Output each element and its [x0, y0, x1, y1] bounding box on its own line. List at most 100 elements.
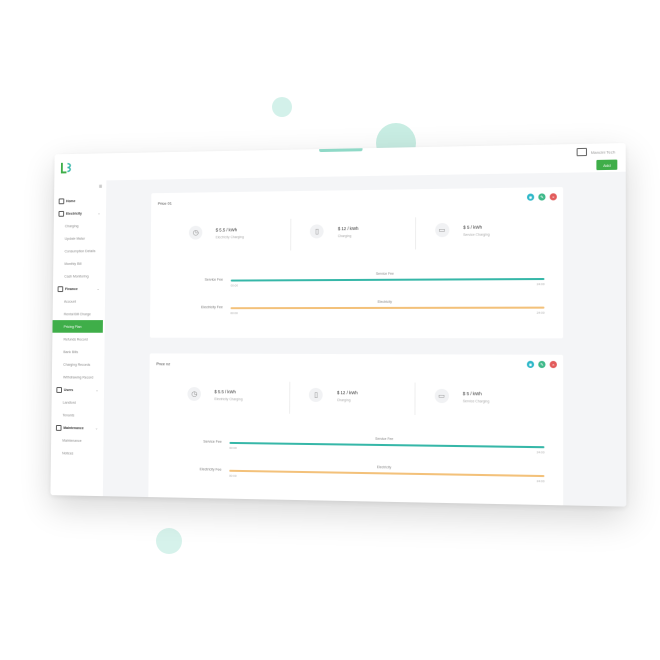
timeline-bar[interactable]	[229, 442, 544, 449]
sidebar-item-withdrawing-record[interactable]: Withdrawing Record	[52, 371, 104, 384]
sidebar-item-label: Withdrawing Record	[63, 375, 93, 379]
sidebar-item-label: Rental Bill Charge	[64, 312, 91, 316]
sidebar-item-rental-bill-charge[interactable]: Rental Bill Charge	[53, 307, 105, 320]
timeline-start: 00:00	[229, 474, 236, 478]
sidebar-item-refunds-record[interactable]: Refunds Record	[52, 333, 104, 346]
chevron-down-icon[interactable]: ⌄	[95, 426, 98, 430]
delete-icon[interactable]: ×	[550, 193, 557, 200]
timeline-start: 00:00	[231, 283, 238, 287]
decor-bubble-small	[272, 97, 292, 117]
timeline-label: Electricity Fee	[168, 467, 222, 472]
price-panel: Price 01 ◉ ✎ × ◷ $ 5.5 / kWh Electricity Charg…	[150, 187, 563, 338]
price-panel: Price 02 ◉ ✎ × ◷ $ 5.5 / kWh Electricity Charg…	[148, 353, 563, 506]
timeline-end: 24:00	[537, 282, 545, 286]
sidebar-item-monthly-bill[interactable]: Monthly Bill	[53, 257, 105, 270]
sidebar-item-cash-monitoring[interactable]: Cash Monitoring	[53, 270, 105, 283]
chevron-down-icon[interactable]: ⌄	[96, 388, 99, 392]
sidebar-section-electricity[interactable]: Electricity ⌄	[54, 206, 106, 219]
chevron-down-icon[interactable]: ⌄	[97, 287, 100, 291]
sidebar-item-label: Consumption Details	[65, 249, 96, 253]
sidebar-item-account[interactable]: Account	[53, 295, 105, 308]
delete-icon[interactable]: ×	[550, 361, 557, 368]
view-icon[interactable]: ◉	[527, 194, 534, 201]
add-button[interactable]: Add	[596, 160, 617, 171]
users-icon	[56, 387, 62, 393]
clock-icon: ◷	[189, 226, 202, 240]
clock-icon: ◷	[187, 387, 201, 401]
stat-label: Charging	[338, 234, 352, 238]
sidebar-item-update-meter[interactable]: Update Meter	[54, 232, 106, 245]
timeline-label: Service Fee	[168, 439, 222, 444]
top-bar-accent	[319, 148, 362, 152]
electricity-icon	[59, 210, 65, 216]
stat-label: Charging	[337, 398, 351, 402]
sidebar-item-label: Monthly Bill	[64, 261, 81, 265]
sidebar-item-landlord[interactable]: Landlord	[52, 396, 104, 409]
sidebar-item-label: Bank Bills	[63, 350, 78, 354]
collapse-menu-icon[interactable]: ≡	[99, 184, 102, 190]
timeline-end: 24:00	[537, 311, 545, 315]
user-avatar-icon	[576, 148, 586, 156]
chevron-down-icon[interactable]: ⌄	[98, 211, 101, 215]
timeline-bar[interactable]	[231, 278, 545, 282]
sidebar-item-label: Charging	[65, 224, 79, 228]
edit-icon[interactable]: ✎	[538, 193, 545, 200]
sidebar-item-label: Update Meter	[65, 236, 85, 240]
view-icon[interactable]: ◉	[527, 361, 534, 368]
phone-icon: ▭	[434, 389, 448, 403]
stat-label: Electricity Charging	[214, 397, 242, 401]
sidebar-item-label: Finance	[65, 287, 78, 291]
sidebar-item-label: Users	[64, 388, 73, 392]
price-stat: ▯ $ 12 / kWh Charging	[290, 215, 414, 256]
panel-title: Price 01	[158, 201, 172, 206]
battery-icon: ▯	[309, 388, 323, 402]
timeline-end: 24:00	[537, 479, 545, 483]
timeline-start: 00:00	[230, 311, 237, 315]
sidebar-section-maintenance[interactable]: Maintenance ⌄	[51, 421, 103, 434]
app-window-stage: Mancini Tech Add ≡ Home Electricity ⌄ Charg…	[50, 143, 626, 507]
sidebar-item-charging[interactable]: Charging	[54, 219, 106, 232]
price-stats: ◷ $ 5.5 / kWh Electricity Charging ▯ $ 12 / …	[170, 214, 543, 258]
sidebar-item-charging-records[interactable]: Charging Records	[52, 358, 104, 371]
sidebar-item-maintenance[interactable]: Maintenance	[51, 434, 103, 447]
sidebar-item-label: Refunds Record	[63, 337, 87, 341]
stat-value: $ 12 / kWh	[337, 390, 358, 395]
sidebar-item-label: Account	[64, 299, 76, 303]
sidebar-item-label: Electricity	[66, 211, 82, 215]
stat-value: $ 5.5 / kWh	[214, 389, 236, 394]
panel-actions: ◉ ✎ ×	[527, 361, 557, 368]
app-logo-icon	[60, 161, 73, 175]
sidebar-menu: Home Electricity ⌄ Charging Update Meter Cons…	[51, 194, 106, 460]
sidebar-section-users[interactable]: Users ⌄	[52, 383, 104, 396]
main-content: Price 01 ◉ ✎ × ◷ $ 5.5 / kWh Electricity Charg…	[103, 172, 626, 507]
sidebar-item-label: Cash Monitoring	[64, 274, 88, 278]
stat-value: $ 5 / kWh	[463, 391, 482, 396]
timeline-bar[interactable]	[231, 307, 545, 310]
sidebar-section-finance[interactable]: Finance ⌄	[53, 282, 105, 295]
sidebar: ≡ Home Electricity ⌄ Charging Update Meter Co…	[50, 180, 107, 496]
electricity-fee-timeline: Electricity Fee Electricity 00:00 24:00	[169, 295, 544, 320]
price-stats: ◷ $ 5.5 / kWh Electricity Charging ▯ $ 12 / …	[168, 379, 542, 422]
service-fee-timeline: Service Fee Service Fee 00:00 24:00	[168, 430, 545, 459]
user-menu[interactable]: Mancini Tech	[576, 147, 615, 156]
user-name: Mancini Tech	[591, 149, 615, 155]
sidebar-item-tenants[interactable]: Tenants	[51, 408, 103, 421]
stat-label: Electricity Charging	[216, 235, 244, 239]
stat-value: $ 5 / kWh	[463, 225, 482, 230]
sidebar-item-label: Tenants	[63, 413, 75, 417]
stat-value: $ 5.5 / kWh	[216, 227, 237, 232]
edit-icon[interactable]: ✎	[538, 361, 545, 368]
sidebar-item-label: Maintenance	[62, 438, 81, 442]
sidebar-item-pricing-plan[interactable]: Pricing Plan	[52, 320, 102, 333]
electricity-fee-timeline: Electricity Fee Electricity 00:00 24:00	[168, 458, 545, 489]
price-stat: ▭ $ 5 / kWh Service Charging	[415, 214, 543, 256]
sidebar-item-bank-bills[interactable]: Bank Bills	[52, 345, 104, 358]
sidebar-section-home[interactable]: Home	[54, 194, 106, 207]
service-fee-timeline: Service Fee Service Fee 00:00 24:00	[169, 267, 544, 293]
sidebar-item-label: Home	[66, 199, 75, 203]
price-stat: ▯ $ 12 / kWh Charging	[289, 380, 414, 421]
sidebar-item-consumption-details[interactable]: Consumption Details	[53, 244, 105, 257]
sidebar-item-notices[interactable]: Notices	[51, 446, 104, 459]
panel-actions: ◉ ✎ ×	[527, 193, 557, 201]
panel-title: Price 02	[156, 361, 170, 366]
